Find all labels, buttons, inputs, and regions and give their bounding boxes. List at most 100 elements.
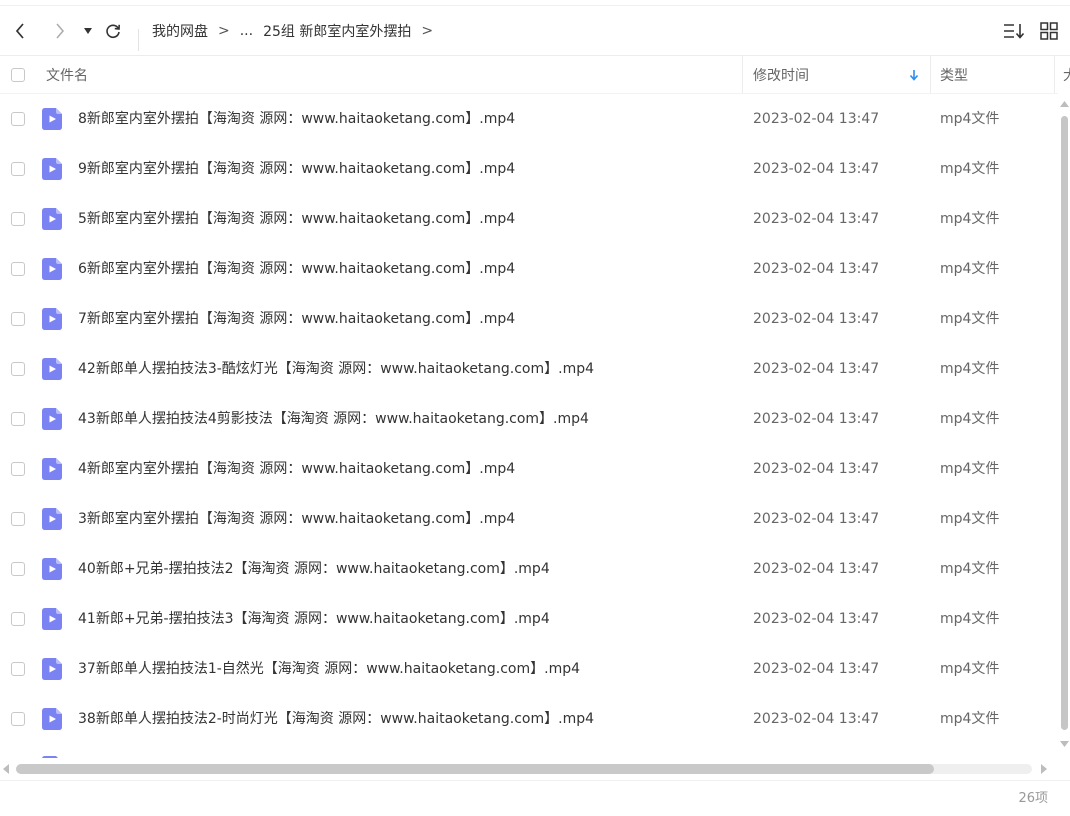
row-checkbox[interactable] [11, 612, 25, 626]
video-file-icon [42, 258, 62, 280]
column-name[interactable]: 文件名 [46, 56, 88, 93]
file-type: mp4文件 [940, 311, 1000, 327]
file-type: mp4文件 [940, 611, 1000, 627]
video-file-icon [42, 558, 62, 580]
item-count: 26项 [1018, 791, 1048, 806]
history-dropdown-button[interactable] [80, 8, 96, 54]
video-file-icon [42, 408, 62, 430]
file-name[interactable]: 38新郎单人摆拍技法2-时尚灯光【海淘资 源网：www.haitaoketang… [78, 694, 594, 744]
scroll-right-arrow-icon[interactable] [1040, 764, 1048, 774]
scroll-left-arrow-icon[interactable] [2, 764, 10, 774]
chevron-left-icon [15, 23, 24, 39]
file-name[interactable]: 7新郎室内室外摆拍【海淘资 源网：www.haitaoketang.com】.m… [78, 294, 515, 344]
horizontal-scroll-thumb[interactable] [16, 764, 934, 774]
file-name[interactable]: 43新郎单人摆拍技法4剪影技法【海淘资 源网：www.haitaoketang.… [78, 394, 589, 444]
file-row[interactable]: 6新郎室内室外摆拍【海淘资 源网：www.haitaoketang.com】.m… [0, 244, 1058, 294]
file-modified-time: 2023-02-04 13:47 [753, 261, 880, 277]
row-checkbox[interactable] [11, 562, 25, 576]
file-row[interactable]: 3新郎室内室外摆拍【海淘资 源网：www.haitaoketang.com】.m… [0, 494, 1058, 544]
file-row[interactable]: 38新郎单人摆拍技法2-时尚灯光【海淘资 源网：www.haitaoketang… [0, 694, 1058, 744]
file-modified-time: 2023-02-04 13:47 [753, 711, 880, 727]
file-row[interactable]: 4新郎室内室外摆拍【海淘资 源网：www.haitaoketang.com】.m… [0, 444, 1058, 494]
column-modified[interactable]: 修改时间 [753, 56, 809, 93]
file-row[interactable]: 42新郎单人摆拍技法3-酷炫灯光【海淘资 源网：www.haitaoketang… [0, 344, 1058, 394]
row-checkbox[interactable] [11, 112, 25, 126]
file-name[interactable]: 6新郎室内室外摆拍【海淘资 源网：www.haitaoketang.com】.m… [78, 244, 515, 294]
file-modified-time: 2023-02-04 13:47 [753, 211, 880, 227]
file-row[interactable]: 9新郎室内室外摆拍【海淘资 源网：www.haitaoketang.com】.m… [0, 144, 1058, 194]
file-name[interactable]: 9新郎室内室外摆拍【海淘资 源网：www.haitaoketang.com】.m… [78, 144, 515, 194]
partial-row [0, 744, 1058, 758]
refresh-button[interactable] [102, 8, 124, 54]
file-type: mp4文件 [940, 661, 1000, 677]
row-checkbox[interactable] [11, 312, 25, 326]
sort-button[interactable] [1001, 8, 1027, 54]
vertical-scroll-thumb[interactable] [1061, 116, 1068, 730]
file-type: mp4文件 [940, 461, 1000, 477]
file-row[interactable]: 43新郎单人摆拍技法4剪影技法【海淘资 源网：www.haitaoketang.… [0, 394, 1058, 444]
column-type[interactable]: 类型 [940, 56, 968, 93]
file-modified-time: 2023-02-04 13:47 [753, 611, 880, 627]
video-file-icon [42, 358, 62, 380]
file-name[interactable]: 4新郎室内室外摆拍【海淘资 源网：www.haitaoketang.com】.m… [78, 444, 515, 494]
grid-view-button[interactable] [1037, 8, 1061, 54]
video-file-icon [42, 208, 62, 230]
row-checkbox[interactable] [11, 412, 25, 426]
refresh-icon [106, 24, 120, 39]
file-name[interactable]: 37新郎单人摆拍技法1-自然光【海淘资 源网：www.haitaoketang.… [78, 644, 580, 694]
file-name[interactable]: 3新郎室内室外摆拍【海淘资 源网：www.haitaoketang.com】.m… [78, 494, 515, 544]
row-checkbox[interactable] [11, 362, 25, 376]
file-name[interactable]: 41新郎+兄弟-摆拍技法3【海淘资 源网：www.haitaoketang.co… [78, 594, 550, 644]
breadcrumb-separator[interactable]: > [421, 23, 433, 39]
arrow-down-icon [909, 69, 919, 81]
horizontal-scrollbar[interactable] [0, 760, 1058, 778]
checkbox[interactable] [11, 67, 25, 82]
column-resizer[interactable] [1054, 56, 1055, 93]
breadcrumb-root[interactable]: 我的网盘 [152, 21, 208, 41]
chevron-right-icon [56, 23, 64, 39]
row-checkbox[interactable] [11, 262, 25, 276]
toolbar-separator [138, 29, 139, 51]
breadcrumb-current[interactable]: 25组 新郎室内室外摆拍 [263, 21, 411, 41]
file-row[interactable]: 5新郎室内室外摆拍【海淘资 源网：www.haitaoketang.com】.m… [0, 194, 1058, 244]
file-type: mp4文件 [940, 711, 1000, 727]
column-resizer[interactable] [930, 56, 931, 93]
forward-button[interactable] [48, 8, 72, 54]
top-divider [0, 5, 1070, 6]
toolbar: 我的网盘 > ... 25组 新郎室内室外摆拍 > [0, 8, 1070, 54]
row-checkbox[interactable] [11, 212, 25, 226]
file-name[interactable]: 8新郎室内室外摆拍【海淘资 源网：www.haitaoketang.com】.m… [78, 94, 515, 144]
back-button[interactable] [8, 8, 32, 54]
file-type: mp4文件 [940, 561, 1000, 577]
file-name[interactable]: 40新郎+兄弟-摆拍技法2【海淘资 源网：www.haitaoketang.co… [78, 544, 550, 594]
vertical-scrollbar[interactable] [1058, 94, 1070, 758]
file-modified-time: 2023-02-04 13:47 [753, 311, 880, 327]
column-resizer[interactable] [742, 56, 743, 93]
video-file-icon [42, 658, 62, 680]
row-checkbox[interactable] [11, 662, 25, 676]
select-all-checkbox[interactable] [11, 56, 25, 93]
file-row[interactable]: 8新郎室内室外摆拍【海淘资 源网：www.haitaoketang.com】.m… [0, 94, 1058, 144]
sort-desc-indicator[interactable] [909, 56, 919, 93]
file-type: mp4文件 [940, 511, 1000, 527]
column-size[interactable]: 大 [1063, 56, 1070, 93]
file-modified-time: 2023-02-04 13:47 [753, 661, 880, 677]
row-checkbox[interactable] [11, 462, 25, 476]
row-checkbox[interactable] [11, 162, 25, 176]
video-file-icon [42, 756, 58, 758]
scroll-down-arrow-icon[interactable] [1060, 740, 1069, 748]
column-size-label: 大 [1063, 65, 1070, 85]
row-checkbox[interactable] [11, 712, 25, 726]
file-type: mp4文件 [940, 161, 1000, 177]
file-type: mp4文件 [940, 211, 1000, 227]
file-row[interactable]: 7新郎室内室外摆拍【海淘资 源网：www.haitaoketang.com】.m… [0, 294, 1058, 344]
file-name[interactable]: 42新郎单人摆拍技法3-酷炫灯光【海淘资 源网：www.haitaoketang… [78, 344, 594, 394]
file-row[interactable]: 41新郎+兄弟-摆拍技法3【海淘资 源网：www.haitaoketang.co… [0, 594, 1058, 644]
scroll-up-arrow-icon[interactable] [1060, 100, 1069, 108]
breadcrumb-ellipsis[interactable]: ... [240, 23, 253, 39]
file-name[interactable]: 5新郎室内室外摆拍【海淘资 源网：www.haitaoketang.com】.m… [78, 194, 515, 244]
row-checkbox[interactable] [11, 512, 25, 526]
file-row[interactable]: 40新郎+兄弟-摆拍技法2【海淘资 源网：www.haitaoketang.co… [0, 544, 1058, 594]
file-type: mp4文件 [940, 111, 1000, 127]
file-row[interactable]: 37新郎单人摆拍技法1-自然光【海淘资 源网：www.haitaoketang.… [0, 644, 1058, 694]
